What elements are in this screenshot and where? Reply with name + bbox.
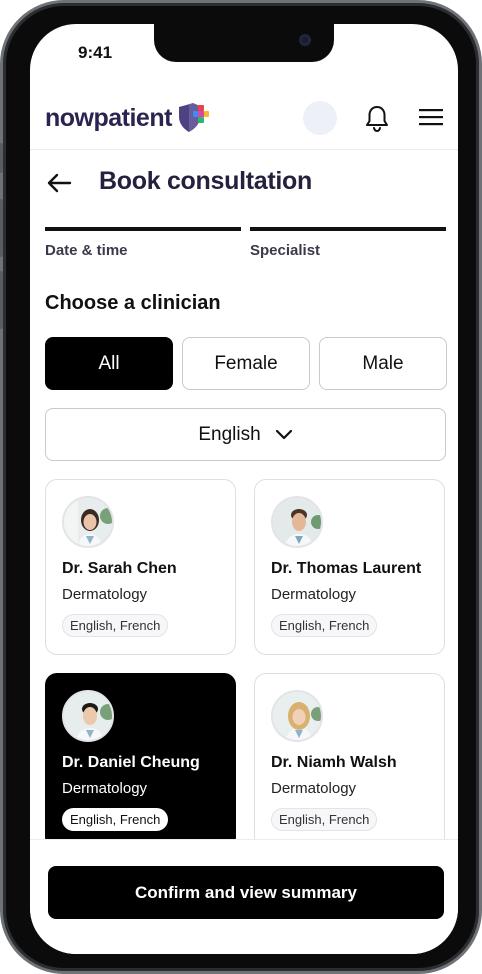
shield-plus-logo-icon [178,103,209,132]
clinician-card-selected[interactable]: Dr. Daniel Cheung Dermatology English, F… [45,673,236,849]
filter-male-button[interactable]: Male [319,337,447,390]
brand-logo[interactable]: nowpatient [45,102,210,134]
clinician-name: Dr. Niamh Walsh [271,754,397,771]
step-progress-bar [250,227,446,231]
clinician-photo [62,690,114,742]
clinician-card[interactable]: Dr. Thomas Laurent Dermatology English, … [254,479,445,655]
front-camera [299,34,311,46]
language-chip: English, French [271,808,378,831]
step-date-time[interactable]: Date & time [45,227,241,259]
language-chip: English, French [271,614,378,637]
phone-frame: 9:41 nowpatient Book consultation Date &… [0,0,482,974]
volume-down-button [0,271,3,329]
language-chip: English, French [62,614,169,637]
clinician-name: Dr. Daniel Cheung [62,754,200,771]
status-time: 9:41 [78,43,113,62]
volume-up-button [0,199,3,257]
step-label: Specialist [250,242,321,259]
clinician-specialty: Dermatology [62,586,148,603]
language-value: English [198,423,261,445]
notch [154,24,334,62]
section-title: Choose a clinician [45,292,221,314]
bell-icon[interactable] [364,104,390,132]
chevron-down-icon [275,429,292,439]
clinician-photo [62,496,114,548]
filter-female-button[interactable]: Female [182,337,310,390]
confirm-summary-button[interactable]: Confirm and view summary [48,866,444,919]
clinician-specialty: Dermatology [271,586,357,603]
page-title: Book consultation [99,167,312,195]
footer-bar: Confirm and view summary [30,839,458,954]
clinician-photo [271,496,323,548]
hamburger-menu-icon[interactable] [419,107,443,127]
clinician-card[interactable]: Dr. Sarah Chen Dermatology English, Fren… [45,479,236,655]
back-arrow-icon[interactable] [46,172,72,194]
clinician-name: Dr. Sarah Chen [62,560,177,577]
clinician-specialty: Dermatology [271,780,357,797]
mute-switch [0,143,3,173]
clinician-specialty: Dermatology [62,780,148,797]
clinician-photo [271,690,323,742]
filter-all-button[interactable]: All [45,337,173,390]
step-progress-bar [45,227,241,231]
clinician-card[interactable]: Dr. Niamh Walsh Dermatology English, Fre… [254,673,445,849]
user-avatar[interactable] [303,101,337,135]
language-dropdown[interactable]: English [45,408,446,461]
step-specialist[interactable]: Specialist [250,227,446,259]
step-label: Date & time [45,242,128,259]
phone-screen: 9:41 nowpatient Book consultation Date &… [30,24,458,954]
logo-text: nowpatient [45,103,172,132]
language-chip: English, French [62,808,169,831]
app-header: nowpatient [30,94,458,150]
clinician-name: Dr. Thomas Laurent [271,560,422,577]
